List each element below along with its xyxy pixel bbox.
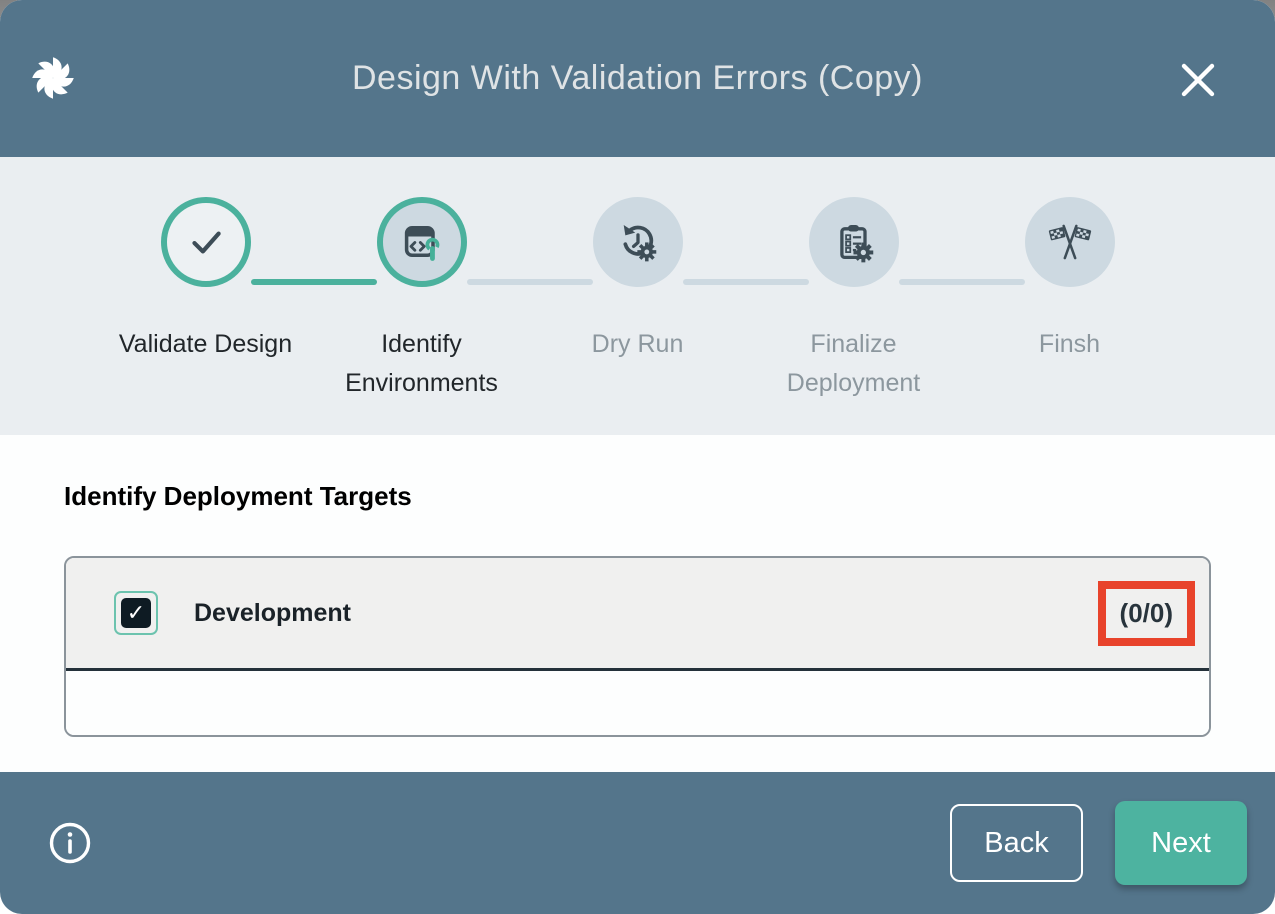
step-label: Dry Run bbox=[592, 325, 684, 364]
empty-list-row bbox=[66, 671, 1209, 735]
step-circle-active bbox=[377, 197, 467, 287]
info-button[interactable] bbox=[48, 821, 92, 865]
development-checkbox[interactable]: ✓ bbox=[114, 591, 158, 635]
step-circle-completed bbox=[161, 197, 251, 287]
dialog-title: Design With Validation Errors (Copy) bbox=[0, 59, 1275, 98]
step-circle-upcoming bbox=[593, 197, 683, 287]
step-finish: Finsh bbox=[962, 197, 1178, 435]
step-label: Finsh bbox=[1039, 325, 1100, 364]
step-dry-run: Dry Run bbox=[530, 197, 746, 435]
step-finalize-deployment: Finalize Deployment bbox=[746, 197, 962, 435]
step-content-panel: Identify Deployment Targets ✓ Developmen… bbox=[0, 435, 1275, 772]
snaplogic-pinwheel-logo-icon bbox=[26, 51, 80, 105]
section-heading: Identify Deployment Targets bbox=[64, 481, 1211, 512]
step-label: Validate Design bbox=[119, 325, 292, 364]
checkmark-icon bbox=[185, 221, 227, 263]
clipboard-checklist-gear-icon bbox=[832, 220, 876, 264]
code-window-wrench-icon bbox=[400, 220, 444, 264]
target-name: Development bbox=[194, 599, 351, 628]
history-clock-gear-icon bbox=[616, 220, 660, 264]
step-validate-design: Validate Design bbox=[98, 197, 314, 435]
dialog-header: Design With Validation Errors (Copy) bbox=[0, 0, 1275, 157]
step-circle-upcoming bbox=[1025, 197, 1115, 287]
checkered-flags-icon bbox=[1047, 219, 1093, 265]
close-button[interactable] bbox=[1175, 57, 1221, 103]
step-label: Finalize Deployment bbox=[754, 325, 954, 403]
step-label: Identify Environments bbox=[322, 325, 522, 403]
close-icon bbox=[1178, 60, 1218, 100]
target-count: (0/0) bbox=[1120, 598, 1173, 628]
deployment-targets-list: ✓ Development (0/0) bbox=[64, 556, 1211, 737]
step-circle-upcoming bbox=[809, 197, 899, 287]
wizard-stepper: Validate Design bbox=[0, 157, 1275, 435]
dialog-footer: Back Next bbox=[0, 772, 1275, 914]
checkbox-check-icon: ✓ bbox=[121, 598, 151, 628]
back-button[interactable]: Back bbox=[950, 804, 1083, 882]
annotation-highlight-rectangle: (0/0) bbox=[1098, 581, 1195, 646]
step-identify-environments: Identify Environments bbox=[314, 197, 530, 435]
target-row-development[interactable]: ✓ Development (0/0) bbox=[66, 558, 1209, 671]
info-icon bbox=[48, 821, 92, 865]
next-button[interactable]: Next bbox=[1115, 801, 1247, 885]
deployment-wizard-dialog: Design With Validation Errors (Copy) bbox=[0, 0, 1275, 914]
